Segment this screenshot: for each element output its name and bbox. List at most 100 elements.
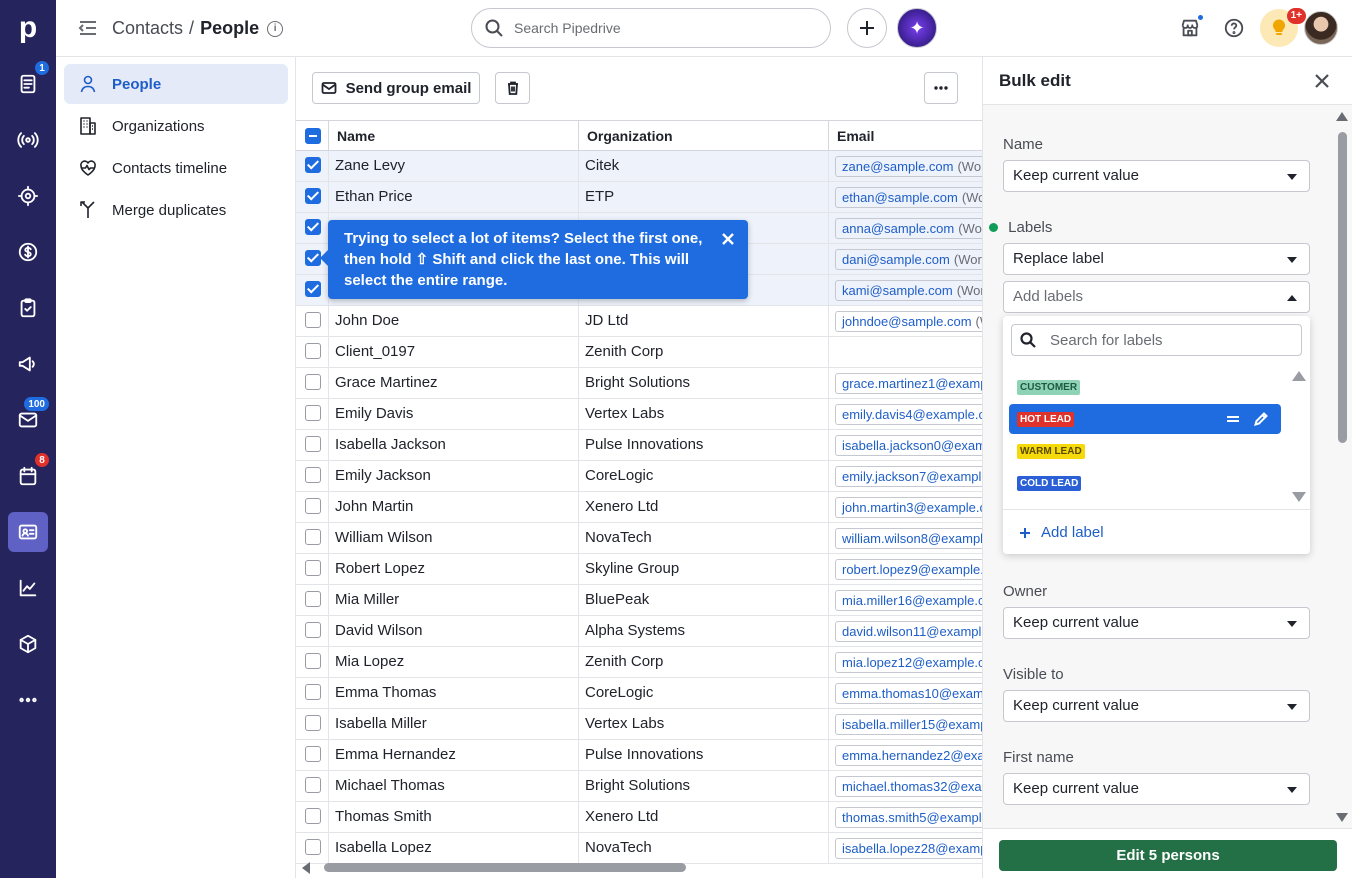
add-labels-select[interactable]: Add labels bbox=[1003, 281, 1310, 313]
row-checkbox[interactable] bbox=[305, 529, 321, 545]
deals-nav[interactable] bbox=[8, 120, 48, 160]
cell-organization[interactable]: Vertex Labs bbox=[579, 399, 829, 429]
email-chip[interactable]: grace.martinez1@example.com bbox=[835, 373, 982, 394]
table-row[interactable]: Mia Lopez Zenith Corp mia.lopez12@example.… bbox=[296, 647, 982, 678]
table-row[interactable]: John Martin Xenero Ltd john.martin3@exampl… bbox=[296, 492, 982, 523]
help-button[interactable] bbox=[1220, 14, 1248, 42]
email-chip[interactable]: isabella.jackson0@example.com bbox=[835, 435, 982, 456]
cell-organization[interactable]: CoreLogic bbox=[579, 678, 829, 708]
leads-nav[interactable]: 1 bbox=[8, 60, 50, 104]
email-chip[interactable]: emily.jackson7@example.com bbox=[835, 466, 982, 487]
subnav-item-people[interactable]: People bbox=[64, 64, 288, 104]
revenue-nav[interactable] bbox=[8, 232, 48, 272]
activities-nav[interactable]: 8 bbox=[8, 452, 50, 496]
cell-name[interactable]: Emma Hernandez bbox=[329, 740, 579, 770]
cell-name[interactable]: Grace Martinez bbox=[329, 368, 579, 398]
labels-search-input[interactable] bbox=[1050, 331, 1290, 349]
label-option-hot-lead[interactable]: HOT LEAD bbox=[1009, 404, 1281, 434]
row-checkbox[interactable] bbox=[305, 467, 321, 483]
cell-organization[interactable]: Alpha Systems bbox=[579, 616, 829, 646]
row-checkbox[interactable] bbox=[305, 560, 321, 576]
scroll-thumb[interactable] bbox=[324, 863, 686, 872]
row-checkbox[interactable] bbox=[305, 188, 321, 204]
row-checkbox[interactable] bbox=[305, 839, 321, 855]
cell-organization[interactable]: NovaTech bbox=[579, 523, 829, 553]
row-checkbox[interactable] bbox=[305, 591, 321, 607]
more-actions-button[interactable] bbox=[924, 72, 958, 104]
cell-name[interactable]: Emma Thomas bbox=[329, 678, 579, 708]
email-chip[interactable]: robert.lopez9@example.com bbox=[835, 559, 982, 580]
table-row[interactable]: Grace Martinez Bright Solutions grace.mart… bbox=[296, 368, 982, 399]
row-checkbox[interactable] bbox=[305, 405, 321, 421]
column-name[interactable]: Name bbox=[329, 121, 579, 151]
cell-name[interactable]: Isabella Jackson bbox=[329, 430, 579, 460]
drag-handle-icon[interactable] bbox=[1225, 411, 1241, 427]
visible-to-select[interactable]: Keep current value bbox=[1003, 690, 1310, 722]
scroll-up-icon[interactable] bbox=[1336, 112, 1348, 121]
products-nav[interactable] bbox=[8, 624, 48, 664]
email-chip[interactable]: dani@sample.com(Work) bbox=[835, 249, 982, 270]
row-checkbox[interactable] bbox=[305, 777, 321, 793]
labels-search[interactable] bbox=[1011, 324, 1302, 356]
email-chip[interactable]: zane@sample.com(Work) bbox=[835, 156, 982, 177]
name-select[interactable]: Keep current value bbox=[1003, 160, 1310, 192]
cell-name[interactable]: Thomas Smith bbox=[329, 802, 579, 832]
mail-nav[interactable]: 100 bbox=[8, 396, 50, 440]
subnav-item-merge-duplicates[interactable]: Merge duplicates bbox=[64, 190, 288, 230]
labels-mode-select[interactable]: Replace label bbox=[1003, 243, 1310, 275]
email-chip[interactable]: michael.thomas32@example.com bbox=[835, 776, 982, 797]
cell-organization[interactable]: BluePeak bbox=[579, 585, 829, 615]
dropdown-scroll-up-icon[interactable] bbox=[1292, 371, 1306, 381]
table-row[interactable]: Ethan PriceETP ethan@sample.com(Work) bbox=[296, 182, 982, 213]
cell-organization[interactable]: ETP bbox=[579, 182, 829, 212]
table-row[interactable]: William Wilson NovaTech william.wilson8@ex… bbox=[296, 523, 982, 554]
row-checkbox[interactable] bbox=[305, 219, 321, 235]
scroll-down-icon[interactable] bbox=[1336, 813, 1348, 822]
owner-select[interactable]: Keep current value bbox=[1003, 607, 1310, 639]
cell-organization[interactable]: Pulse Innovations bbox=[579, 430, 829, 460]
table-row[interactable]: David Wilson Alpha Systems david.wilson11@… bbox=[296, 616, 982, 647]
cell-organization[interactable]: Xenero Ltd bbox=[579, 492, 829, 522]
row-checkbox[interactable] bbox=[305, 312, 321, 328]
cell-organization[interactable]: Zenith Corp bbox=[579, 337, 829, 367]
label-option-cold-lead[interactable]: COLD LEAD bbox=[1009, 468, 1281, 498]
label-option-warm-lead[interactable]: WARM LEAD bbox=[1009, 436, 1281, 466]
user-avatar[interactable] bbox=[1304, 11, 1338, 45]
cell-organization[interactable]: NovaTech bbox=[579, 833, 829, 863]
email-chip[interactable]: emily.davis4@example.com bbox=[835, 404, 982, 425]
row-checkbox[interactable] bbox=[305, 157, 321, 173]
row-checkbox[interactable] bbox=[305, 498, 321, 514]
marketplace-button[interactable] bbox=[1176, 14, 1204, 42]
cell-name[interactable]: John Martin bbox=[329, 492, 579, 522]
email-chip[interactable]: thomas.smith5@example.com bbox=[835, 807, 982, 828]
global-search[interactable] bbox=[471, 8, 831, 48]
cell-name[interactable]: John Doe bbox=[329, 306, 579, 336]
email-chip[interactable]: kami@sample.com(Work) bbox=[835, 280, 982, 301]
table-row[interactable]: Mia Miller BluePeak mia.miller16@example.c… bbox=[296, 585, 982, 616]
email-chip[interactable]: david.wilson11@example.com bbox=[835, 621, 982, 642]
insights-nav[interactable] bbox=[8, 568, 48, 608]
cell-name[interactable]: Isabella Miller bbox=[329, 709, 579, 739]
campaigns-nav[interactable] bbox=[8, 344, 48, 384]
row-checkbox[interactable] bbox=[305, 684, 321, 700]
contacts-nav[interactable] bbox=[8, 512, 48, 552]
email-chip[interactable]: mia.miller16@example.com bbox=[835, 590, 982, 611]
cell-name[interactable]: Emily Davis bbox=[329, 399, 579, 429]
email-chip[interactable]: ethan@sample.com(Work) bbox=[835, 187, 982, 208]
table-row[interactable]: Thomas Smith Xenero Ltd thomas.smith5@exam… bbox=[296, 802, 982, 833]
row-checkbox[interactable] bbox=[305, 808, 321, 824]
email-chip[interactable]: emma.hernandez2@example.com bbox=[835, 745, 982, 766]
ai-assistant-button[interactable]: ✦ bbox=[897, 8, 937, 48]
cell-organization[interactable]: Bright Solutions bbox=[579, 368, 829, 398]
projects-nav[interactable] bbox=[8, 176, 48, 216]
subnav-item-contacts-timeline[interactable]: Contacts timeline bbox=[64, 148, 288, 188]
first-name-select[interactable]: Keep current value bbox=[1003, 773, 1310, 805]
row-checkbox[interactable] bbox=[305, 653, 321, 669]
table-row[interactable]: Client_0197 Zenith Corp bbox=[296, 337, 982, 368]
table-row[interactable]: John DoeJD Ltd johndoe@sample.com(Work) bbox=[296, 306, 982, 337]
cell-name[interactable]: Emily Jackson bbox=[329, 461, 579, 491]
email-chip[interactable]: johndoe@sample.com(Work) bbox=[835, 311, 982, 332]
row-checkbox[interactable] bbox=[305, 374, 321, 390]
cell-organization[interactable]: Vertex Labs bbox=[579, 709, 829, 739]
cell-organization[interactable]: Xenero Ltd bbox=[579, 802, 829, 832]
